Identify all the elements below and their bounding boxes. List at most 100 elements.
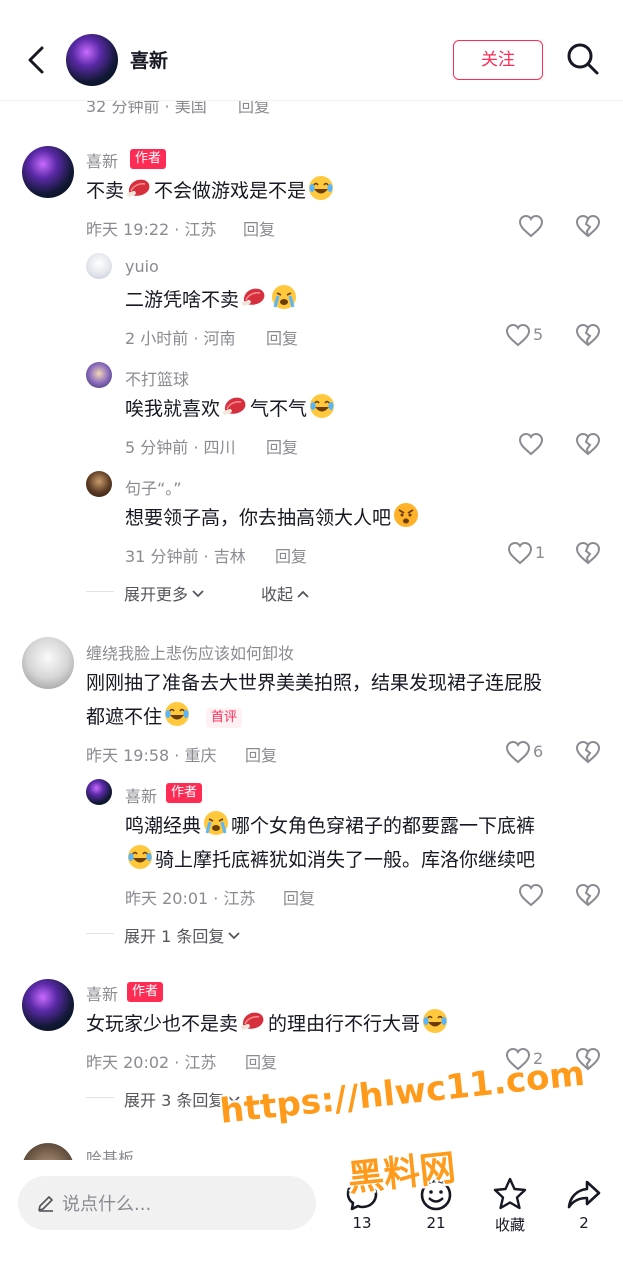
reply-button[interactable]: 回复: [283, 885, 315, 909]
share-count: 2: [579, 1214, 589, 1232]
comment-username[interactable]: 不打篮球: [125, 366, 189, 390]
laugh-cry-emoji-icon: [308, 392, 336, 420]
avatar[interactable]: [86, 253, 112, 279]
back-arrow-icon[interactable]: [22, 40, 52, 80]
comment-input[interactable]: 说点什么...: [18, 1176, 316, 1230]
like-icon[interactable]: [507, 541, 533, 565]
comment-username[interactable]: 喜新: [125, 783, 157, 807]
search-icon[interactable]: [566, 42, 600, 76]
like-icon[interactable]: [518, 214, 544, 238]
comment-text-part: 鸣潮经典: [125, 815, 202, 837]
expand-replies-button[interactable]: 展开 1 条回复: [124, 923, 241, 947]
comment-username[interactable]: 喜新: [86, 981, 118, 1005]
avatar[interactable]: [86, 362, 112, 388]
expand-label: 展开 3 条回复: [124, 1091, 225, 1110]
comment-username[interactable]: 喜新: [86, 148, 118, 172]
avatar[interactable]: [22, 979, 74, 1031]
comment-text-part: 都遮不住: [86, 706, 163, 728]
comment-meta: 昨天 20:02 · 江苏: [86, 1053, 217, 1072]
author-name[interactable]: 喜新: [130, 46, 168, 73]
top-bar: 喜新 关注: [0, 0, 623, 101]
collapse-label: 收起: [261, 585, 294, 604]
collapse-button[interactable]: 收起: [261, 581, 310, 605]
author-badge: 作者: [127, 982, 164, 1002]
dislike-icon[interactable]: [575, 323, 601, 347]
comment-text-part: 唉我就喜欢: [125, 398, 221, 420]
expand-label: 展开 1 条回复: [124, 927, 225, 946]
bottom-bar: 说点什么... 13 21 收藏 2: [0, 1160, 623, 1280]
like-count: 5: [533, 325, 544, 344]
meat-emoji-icon: [239, 1007, 267, 1035]
comment-count: 13: [352, 1214, 372, 1232]
comment-text: 唉我就喜欢 气不气: [125, 392, 337, 426]
avatar[interactable]: [22, 637, 74, 689]
comment-meta: 昨天 19:22 · 江苏: [86, 220, 217, 239]
laugh-cry-emoji-icon: [126, 843, 154, 871]
comment-username[interactable]: 句子“。”: [125, 475, 182, 499]
crying-emoji-icon: [270, 283, 298, 311]
avatar[interactable]: [22, 146, 74, 198]
comment-text-part: 骑上摩托底裤犹如消失了一般。库洛你继续吧: [155, 849, 536, 871]
reply-button[interactable]: 回复: [275, 543, 307, 567]
author-badge: 作者: [166, 783, 203, 803]
follow-button[interactable]: 关注: [453, 40, 543, 80]
comment-text-part: 哪个女角色穿裙子的都要露一下底裤: [231, 815, 536, 837]
dislike-icon[interactable]: [575, 883, 601, 907]
comment-text-part: 女玩家少也不是卖: [86, 1013, 239, 1035]
crying-emoji-icon: [202, 809, 230, 837]
comment-meta: 昨天 20:01 · 江苏: [125, 889, 256, 908]
comment-text-line1: 刚刚抽了准备去大世界美美拍照，结果发现裙子连屁股: [86, 672, 543, 694]
laugh-cry-emoji-icon: [307, 174, 335, 202]
author-badge: 作者: [130, 149, 167, 169]
like-icon[interactable]: [505, 323, 531, 347]
comment-meta: 2 小时前 · 河南: [125, 329, 236, 348]
divider: [86, 1097, 114, 1098]
dislike-icon[interactable]: [575, 214, 601, 238]
comment-text-line2: 都遮不住: [86, 700, 192, 734]
avatar[interactable]: [86, 779, 112, 805]
divider: [86, 591, 114, 592]
comment-text: 想要领子高，你去抽高领大人吧: [125, 501, 421, 535]
laugh-cry-emoji-icon: [163, 700, 191, 728]
author-avatar[interactable]: [66, 34, 118, 86]
dislike-icon[interactable]: [575, 541, 601, 565]
comment-meta: 昨天 19:58 · 重庆: [86, 746, 217, 765]
comment-input-placeholder: 说点什么...: [62, 1194, 152, 1215]
reply-button[interactable]: 回复: [245, 742, 277, 766]
comment-text-line1: 鸣潮经典 哪个女角色穿裙子的都要露一下底裤: [125, 809, 535, 843]
pencil-icon: [38, 1196, 53, 1212]
reply-button[interactable]: 回复: [243, 216, 275, 240]
expand-more-button[interactable]: 展开更多: [124, 581, 205, 605]
meat-emoji-icon: [221, 392, 249, 420]
comment-username[interactable]: yuio: [125, 257, 159, 276]
like-count: 6: [533, 742, 544, 761]
comment-text: 二游凭啥不卖: [125, 283, 299, 317]
comment-text-line2: 骑上摩托底裤犹如消失了一般。库洛你继续吧: [125, 843, 535, 877]
comment-text-part: 想要领子高，你去抽高领大人吧: [125, 507, 392, 529]
chevron-down-icon: [191, 589, 205, 599]
share-icon[interactable]: [565, 1176, 603, 1214]
chevron-up-icon: [296, 589, 310, 599]
dislike-icon[interactable]: [575, 740, 601, 764]
like-count: 1: [535, 543, 546, 562]
comment-text-part: 不卖: [86, 180, 125, 202]
laugh-cry-emoji-icon: [421, 1007, 449, 1035]
dislike-icon[interactable]: [575, 432, 601, 456]
like-icon[interactable]: [518, 432, 544, 456]
meat-emoji-icon: [240, 283, 268, 311]
comment-username[interactable]: 缠绕我脸上悲伤应该如何卸妆: [86, 640, 294, 664]
comment-text-part: 二游凭啥不卖: [125, 289, 240, 311]
comment-text-part: 气不气: [250, 398, 308, 420]
comment-meta: 5 分钟前 · 四川: [125, 438, 236, 457]
first-comment-badge: 首评: [206, 708, 243, 728]
divider: [86, 933, 114, 934]
reply-button[interactable]: 回复: [245, 1049, 277, 1073]
reply-button[interactable]: 回复: [266, 434, 298, 458]
reply-button[interactable]: 回复: [266, 325, 298, 349]
avatar[interactable]: [86, 471, 112, 497]
star-icon[interactable]: [491, 1175, 529, 1213]
collect-label: 收藏: [494, 1216, 525, 1234]
like-icon[interactable]: [505, 740, 531, 764]
like-icon[interactable]: [518, 883, 544, 907]
comment-text-part: 的理由行不行大哥: [268, 1013, 421, 1035]
